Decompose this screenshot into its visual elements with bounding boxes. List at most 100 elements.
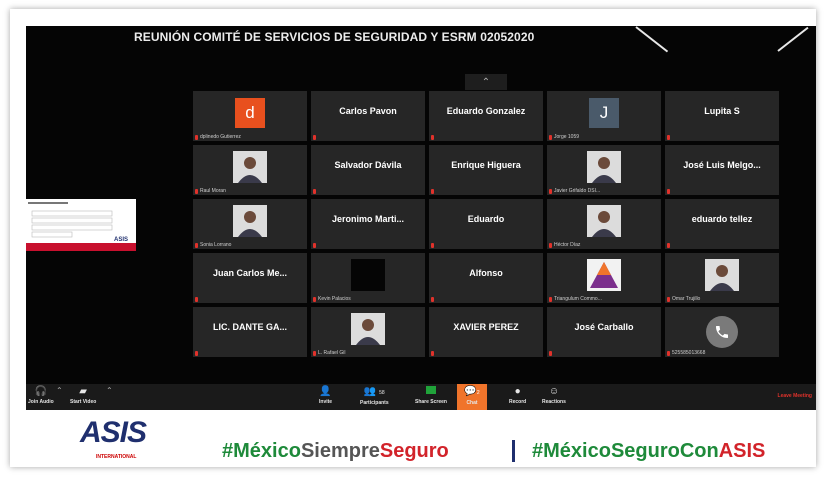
participants-count: 58 — [379, 390, 385, 396]
company-logo — [587, 259, 621, 291]
mic-muted-icon — [431, 243, 434, 248]
participant-tile[interactable]: 525585013668 — [665, 307, 779, 357]
participant-label: Kevin Palacios — [313, 296, 351, 302]
shared-screen-preview: ASIS — [26, 199, 136, 251]
participant-tile[interactable]: XAVIER PEREZ — [429, 307, 543, 357]
participant-label — [431, 189, 436, 194]
video-options-chevron[interactable]: ⌃ — [106, 386, 113, 395]
mic-muted-icon — [313, 243, 316, 248]
participant-label: Sonia Lorrano — [195, 242, 231, 248]
participant-tile[interactable]: Javier Grifaldo DSI... — [547, 145, 661, 195]
svg-text:ASIS: ASIS — [114, 237, 128, 243]
participant-tile[interactable]: Salvador Dávila — [311, 145, 425, 195]
participant-tile[interactable]: Juan Carlos Me... — [193, 253, 307, 303]
invite-button[interactable]: 👤 Invite — [319, 386, 332, 406]
participant-label-text: dplinedo Gutierrez — [200, 134, 241, 140]
mic-muted-icon — [313, 350, 316, 356]
participant-tile[interactable]: eduardo tellez — [665, 199, 779, 249]
participant-tile[interactable]: Triangulum Commo... — [547, 253, 661, 303]
participant-tile[interactable]: Alfonso — [429, 253, 543, 303]
video-off-icon: ▰ — [79, 386, 87, 397]
mic-muted-icon — [313, 135, 316, 140]
participant-label — [195, 351, 200, 356]
join-audio-button[interactable]: 🎧 Join Audio — [28, 386, 54, 406]
chevron-up-icon: ⌃ — [481, 77, 491, 88]
start-video-button[interactable]: ▰ Start Video — [70, 386, 96, 406]
participant-label — [195, 297, 200, 302]
headphones-icon: 🎧 — [34, 386, 48, 397]
avatar: d — [235, 98, 265, 128]
audio-options-chevron[interactable]: ⌃ — [56, 386, 63, 395]
collapse-gallery-button[interactable]: ⌃ — [465, 74, 507, 90]
participant-name: Alfonso — [469, 268, 503, 278]
participant-tile[interactable]: Jeronimo Marti... — [311, 199, 425, 249]
avatar: J — [589, 98, 619, 128]
participant-tile[interactable]: Carlos Pavon — [311, 91, 425, 141]
participant-tile[interactable]: Sonia Lorrano — [193, 199, 307, 249]
profile-photo — [351, 313, 385, 345]
participant-name: Jeronimo Marti... — [331, 214, 404, 224]
record-button[interactable]: ● Record — [509, 386, 526, 406]
participant-label — [313, 189, 318, 194]
asis-logo-subtitle: INTERNATIONAL — [96, 454, 137, 460]
share-screen-button[interactable]: Share Screen — [415, 386, 447, 406]
share-screen-icon — [425, 386, 436, 394]
participant-tile[interactable]: Eduardo Gonzalez — [429, 91, 543, 141]
mic-muted-icon — [431, 297, 434, 302]
participant-name: Eduardo — [467, 214, 505, 224]
participant-tile[interactable]: Omar Trujillo — [665, 253, 779, 303]
participant-tile[interactable]: Raul Moran — [193, 145, 307, 195]
participant-label: Raul Moran — [195, 188, 226, 194]
participant-tile[interactable]: José Luis Melgo... — [665, 145, 779, 195]
participant-tile[interactable]: Enrique Higuera — [429, 145, 543, 195]
shared-screen-thumbnail[interactable]: ASIS — [26, 199, 136, 251]
participant-tile[interactable]: Lupita S — [665, 91, 779, 141]
participant-name: eduardo tellez — [691, 214, 753, 224]
mic-muted-icon — [431, 135, 434, 140]
chat-button[interactable]: 💬2 Chat — [457, 384, 487, 410]
meeting-title: REUNIÓN COMITÉ DE SERVICIOS DE SEGURIDAD… — [134, 30, 535, 44]
profile-photo — [587, 205, 621, 237]
participant-name: José Carballo — [574, 322, 634, 332]
mic-muted-icon — [549, 351, 552, 356]
participants-button[interactable]: 👥 58 Participants — [360, 386, 389, 407]
mic-muted-icon — [667, 135, 670, 140]
participant-tile[interactable]: d dplinedo Gutierrez — [193, 91, 307, 141]
participant-tile[interactable]: Héctor Díaz — [547, 199, 661, 249]
participant-tile[interactable]: J Jorge 1059 — [547, 91, 661, 141]
participant-label: Omar Trujillo — [667, 296, 700, 302]
reactions-button[interactable]: ☺ Reactions — [542, 386, 566, 406]
mic-muted-icon — [549, 296, 552, 302]
participant-name: Carlos Pavon — [339, 106, 397, 116]
asis-banner: ASIS INTERNATIONAL #MéxicoSiempreSeguro … — [26, 410, 816, 467]
mic-muted-icon — [667, 296, 670, 302]
participant-label: Héctor Díaz — [549, 242, 580, 248]
mic-muted-icon — [549, 188, 552, 194]
participant-name: Lupita S — [704, 106, 740, 116]
participant-name: Juan Carlos Me... — [212, 268, 288, 278]
participant-label — [431, 135, 436, 140]
chat-badge: 2 — [476, 390, 480, 396]
profile-photo — [587, 151, 621, 183]
mic-muted-icon — [667, 243, 670, 248]
participant-label — [313, 243, 318, 248]
participant-label-text: Omar Trujillo — [672, 296, 701, 302]
participant-tile[interactable]: Eduardo — [429, 199, 543, 249]
participant-tile[interactable]: José Carballo — [547, 307, 661, 357]
leave-meeting-button[interactable]: Leave Meeting — [778, 393, 812, 399]
participant-label — [313, 135, 318, 140]
participant-tile[interactable]: LIC. DANTE GA... — [193, 307, 307, 357]
meeting-toolbar: 🎧 Join Audio ⌃ ▰ Start Video ⌃ 👤 Invite … — [26, 384, 816, 410]
participant-tile[interactable]: L. Rafael Gil — [311, 307, 425, 357]
zoom-meeting-window: REUNIÓN COMITÉ DE SERVICIOS DE SEGURIDAD… — [26, 26, 816, 384]
mic-muted-icon — [667, 189, 670, 194]
participant-name: José Luis Melgo... — [683, 160, 761, 170]
phone-icon — [706, 316, 738, 348]
participant-tile[interactable]: Kevin Palacios — [311, 253, 425, 303]
mic-muted-icon — [195, 134, 198, 140]
hashtag-mexico-seguro-con-asis: #MéxicoSeguroConASIS — [532, 440, 766, 462]
mic-muted-icon — [431, 351, 434, 356]
participant-label: Triangulum Commo... — [549, 296, 602, 302]
asis-logo: ASIS — [80, 416, 147, 449]
profile-photo — [233, 151, 267, 183]
